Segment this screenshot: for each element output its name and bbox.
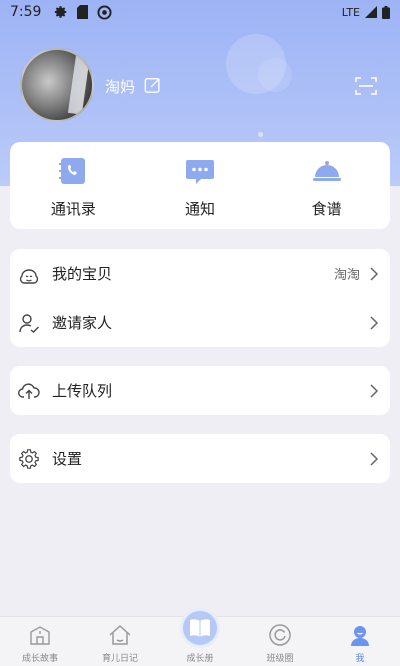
status-time: 7:59: [10, 4, 42, 20]
menu-item-settings[interactable]: 设置: [10, 434, 390, 483]
story-icon: [30, 626, 50, 645]
baby-name-value: 淘淘: [333, 268, 360, 283]
growth-album-fab[interactable]: [180, 608, 220, 648]
nav-tab-label: 我: [355, 654, 365, 664]
nav-tab-growth-story[interactable]: 成长故事: [0, 617, 80, 666]
menu-item-invite-family[interactable]: 邀请家人: [10, 298, 390, 347]
nav-tab-parenting-diary[interactable]: 育儿日记: [80, 617, 160, 666]
settings-gear-icon: [19, 448, 39, 469]
quick-action-notification[interactable]: 通知: [137, 142, 264, 229]
quick-action-recipe[interactable]: 食谱: [263, 142, 390, 229]
chevron-right-icon: [370, 451, 379, 466]
quick-action-label: 食谱: [311, 200, 342, 218]
invite-user-icon: [19, 313, 39, 333]
me-icon: [351, 626, 369, 646]
status-bar: 7:59 LTE: [0, 0, 400, 24]
book-icon: [190, 619, 210, 637]
nav-tab-class-circle[interactable]: 班级圈: [240, 617, 320, 666]
nav-tab-label: 成长册: [186, 654, 214, 664]
quick-action-contacts[interactable]: 通讯录: [10, 142, 137, 229]
app-status-icon: [97, 4, 112, 20]
cloud-upload-icon: [18, 382, 40, 399]
menu-item-upload-queue[interactable]: 上传队列: [10, 366, 390, 415]
baby-icon: [19, 268, 39, 284]
nav-tab-label: 班级圈: [266, 654, 294, 664]
sd-card-icon: [77, 5, 89, 19]
menu-card-upload: 上传队列: [10, 366, 390, 415]
nav-tab-label: 育儿日记: [101, 654, 138, 664]
menu-item-my-baby[interactable]: 我的宝贝 淘淘: [10, 249, 390, 298]
chevron-right-icon: [370, 315, 379, 330]
username: 淘妈: [105, 78, 136, 96]
network-type: LTE: [341, 5, 360, 19]
signal-icon: [365, 6, 377, 18]
quick-actions-card: 通讯录 通知 食谱: [10, 142, 390, 229]
menu-item-label: 邀请家人: [52, 314, 113, 332]
menu-item-label: 上传队列: [52, 382, 113, 400]
circle-icon: [269, 624, 291, 646]
recipe-cloche-icon: [312, 161, 341, 181]
avatar[interactable]: [20, 48, 94, 122]
menu-item-label: 设置: [52, 450, 83, 468]
notification-icon: [186, 160, 214, 184]
decor-dot: [258, 132, 263, 137]
edit-icon[interactable]: [144, 76, 162, 94]
address-book-icon: [59, 158, 86, 184]
battery-icon: [382, 5, 390, 19]
chevron-right-icon: [370, 266, 379, 281]
quick-action-label: 通知: [185, 200, 216, 218]
nav-tab-label: 成长故事: [21, 654, 58, 664]
scan-icon[interactable]: [355, 76, 377, 96]
chevron-right-icon: [370, 383, 379, 398]
quick-action-label: 通讯录: [50, 200, 96, 218]
settings-status-icon: [55, 6, 67, 18]
nav-tab-me[interactable]: 我: [320, 617, 400, 666]
menu-card-family: 我的宝贝 淘淘 邀请家人: [10, 249, 390, 347]
decor-bubble: [258, 58, 292, 92]
home-icon: [109, 624, 131, 645]
menu-card-settings: 设置: [10, 434, 390, 483]
menu-item-label: 我的宝贝: [52, 265, 113, 283]
